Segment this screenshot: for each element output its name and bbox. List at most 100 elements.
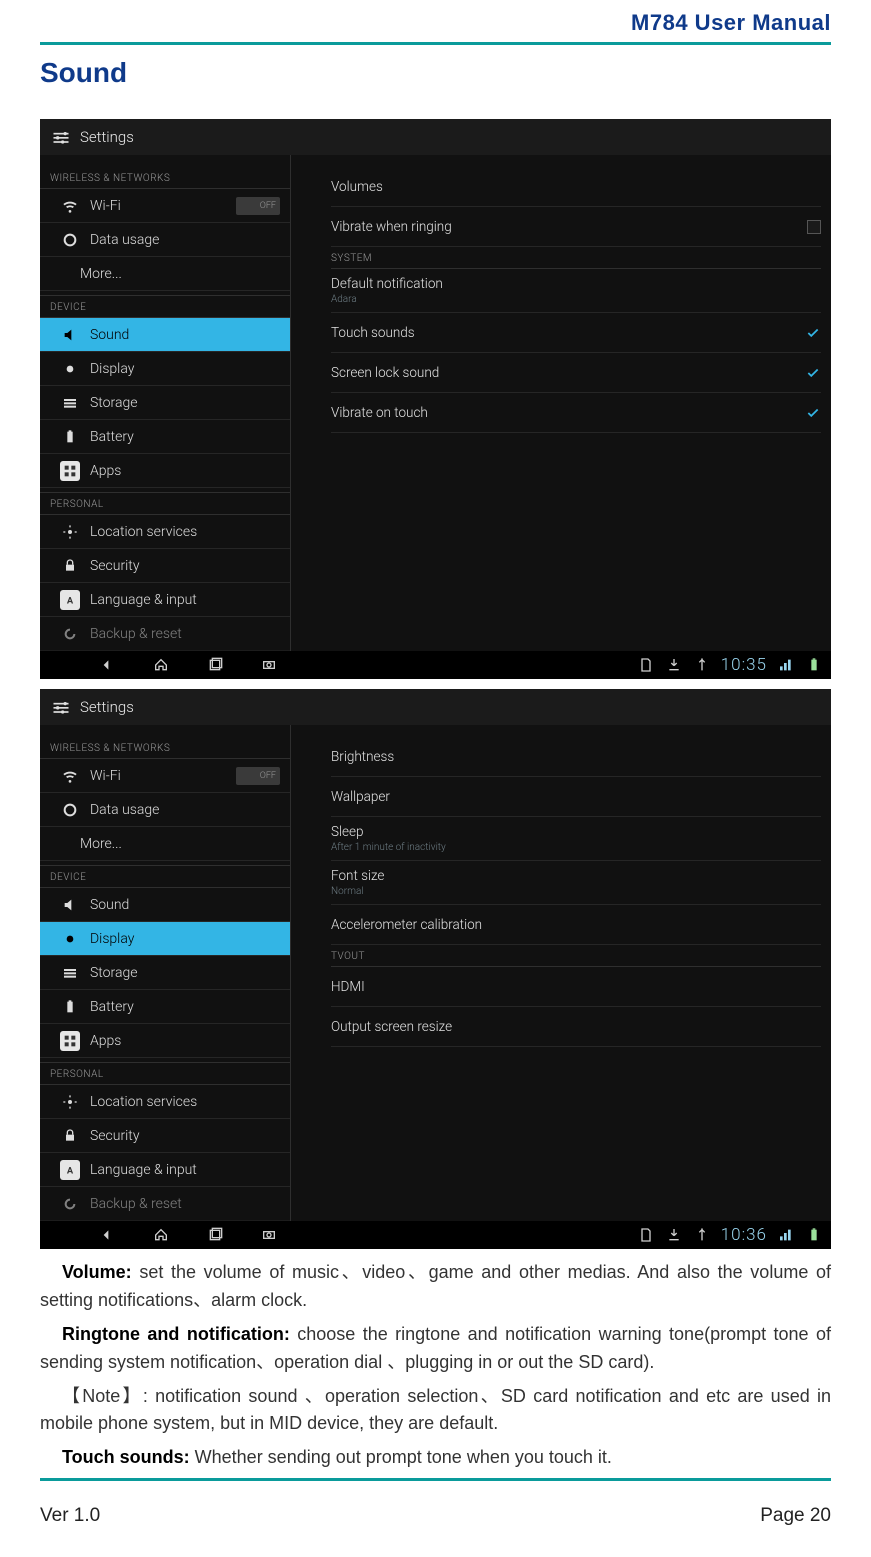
row-volumes[interactable]: Volumes [331, 167, 821, 207]
para-text: Whether sending out prompt tone when you… [190, 1447, 612, 1467]
sidebar-item-sound[interactable]: Sound [40, 318, 290, 352]
sidebar-item-label: Apps [90, 463, 121, 479]
sidebar-item-label: Display [90, 361, 134, 377]
recent-icon[interactable] [206, 656, 224, 674]
checkbox-unchecked[interactable] [807, 220, 821, 234]
signal-icon [777, 656, 795, 674]
sidebar-item-label: Wi-Fi [90, 768, 121, 784]
sidebar-item-display[interactable]: Display [40, 922, 290, 956]
action-bar-title: Settings [80, 698, 134, 716]
sidebar-item-storage[interactable]: Storage [40, 386, 290, 420]
svg-text:A: A [67, 595, 74, 606]
sidebar-item-data-usage[interactable]: Data usage [40, 223, 290, 257]
sidebar-item-label: Sound [90, 327, 129, 343]
display-icon [60, 929, 80, 949]
apps-icon [60, 461, 80, 481]
strong-label: Touch sounds: [62, 1447, 190, 1467]
row-label: Touch sounds [331, 325, 415, 341]
row-vibrate-on-touch[interactable]: Vibrate on touch [331, 393, 821, 433]
lock-icon [60, 556, 80, 576]
row-default-notification[interactable]: Default notification Adara [331, 269, 821, 313]
battery-icon [60, 427, 80, 447]
sidebar-item-label: Location services [90, 524, 197, 540]
sidebar-item-apps[interactable]: Apps [40, 1024, 290, 1058]
sidebar-item-data-usage[interactable]: Data usage [40, 793, 290, 827]
checkbox-checked-icon[interactable] [805, 326, 821, 340]
row-label: Accelerometer calibration [331, 917, 482, 933]
sidebar-item-label: Apps [90, 1033, 121, 1049]
screenshot-sound: Settings WIRELESS & NETWORKS Wi-Fi OFF D… [40, 119, 831, 679]
row-vibrate-ringing[interactable]: Vibrate when ringing [331, 207, 821, 247]
back-icon[interactable] [98, 1226, 116, 1244]
system-nav-bar: 10:36 [40, 1221, 831, 1249]
signal-icon [777, 1226, 795, 1244]
recent-icon[interactable] [206, 1226, 224, 1244]
sidebar-item-battery[interactable]: Battery [40, 420, 290, 454]
row-brightness[interactable]: Brightness [331, 737, 821, 777]
home-icon[interactable] [152, 1226, 170, 1244]
storage-icon [60, 393, 80, 413]
row-label: Sleep [331, 824, 446, 840]
sidebar-header-device: DEVICE [40, 295, 290, 318]
screenshot-icon[interactable] [260, 1226, 278, 1244]
body-copy: Volume: set the volume of music、video、ga… [40, 1259, 831, 1472]
sidebar-item-location[interactable]: Location services [40, 515, 290, 549]
sidebar-item-language[interactable]: A Language & input [40, 583, 290, 617]
sidebar-item-label: Location services [90, 1094, 197, 1110]
screenshot-display: Settings WIRELESS & NETWORKS Wi-Fi OFF D… [40, 689, 831, 1249]
row-label: Font size [331, 868, 384, 884]
wifi-switch[interactable]: OFF [236, 197, 280, 215]
sidebar-item-security[interactable]: Security [40, 1119, 290, 1153]
location-icon [60, 1092, 80, 1112]
row-label: Vibrate on touch [331, 405, 428, 421]
sidebar-item-location[interactable]: Location services [40, 1085, 290, 1119]
sidebar-item-security[interactable]: Security [40, 549, 290, 583]
home-icon[interactable] [152, 656, 170, 674]
sidebar-item-apps[interactable]: Apps [40, 454, 290, 488]
sidebar-item-display[interactable]: Display [40, 352, 290, 386]
wifi-switch[interactable]: OFF [236, 767, 280, 785]
sidebar-item-storage[interactable]: Storage [40, 956, 290, 990]
sidebar-item-sound[interactable]: Sound [40, 888, 290, 922]
para-ringtone: Ringtone and notification: choose the ri… [40, 1321, 831, 1377]
sd-card-icon [637, 656, 655, 674]
sidebar-item-wifi[interactable]: Wi-Fi OFF [40, 189, 290, 223]
backup-icon [60, 624, 80, 644]
sidebar-item-more[interactable]: More... [40, 827, 290, 861]
row-label: Volumes [331, 179, 383, 195]
sidebar-item-more[interactable]: More... [40, 257, 290, 291]
page-number: Page 20 [760, 1505, 831, 1527]
screenshot-icon[interactable] [260, 656, 278, 674]
row-font-size[interactable]: Font size Normal [331, 861, 821, 905]
sidebar-item-battery[interactable]: Battery [40, 990, 290, 1024]
row-label: Screen lock sound [331, 365, 439, 381]
row-output-resize[interactable]: Output screen resize [331, 1007, 821, 1047]
sidebar-item-label: Storage [90, 965, 137, 981]
svg-text:A: A [67, 1165, 74, 1176]
row-sleep[interactable]: Sleep After 1 minute of inactivity [331, 817, 821, 861]
sidebar-item-label: Data usage [90, 802, 159, 818]
row-screen-lock-sound[interactable]: Screen lock sound [331, 353, 821, 393]
checkbox-checked-icon[interactable] [805, 406, 821, 420]
row-label: Wallpaper [331, 789, 390, 805]
sidebar-item-wifi[interactable]: Wi-Fi OFF [40, 759, 290, 793]
apps-icon [60, 1031, 80, 1051]
sidebar-item-language[interactable]: A Language & input [40, 1153, 290, 1187]
action-bar: Settings [40, 689, 831, 725]
sidebar-item-label: Storage [90, 395, 137, 411]
row-accelerometer[interactable]: Accelerometer calibration [331, 905, 821, 945]
row-subtext: Adara [331, 294, 443, 305]
footer-rule [40, 1478, 831, 1481]
row-wallpaper[interactable]: Wallpaper [331, 777, 821, 817]
row-subtext: Normal [331, 886, 384, 897]
settings-icon [50, 126, 72, 148]
sidebar-item-backup[interactable]: Backup & reset [40, 617, 290, 651]
row-hdmi[interactable]: HDMI [331, 967, 821, 1007]
sidebar-item-backup[interactable]: Backup & reset [40, 1187, 290, 1221]
back-icon[interactable] [98, 656, 116, 674]
battery-icon [60, 997, 80, 1017]
checkbox-checked-icon[interactable] [805, 366, 821, 380]
usb-icon [693, 1226, 711, 1244]
row-touch-sounds[interactable]: Touch sounds [331, 313, 821, 353]
sidebar-item-label: Wi-Fi [90, 198, 121, 214]
